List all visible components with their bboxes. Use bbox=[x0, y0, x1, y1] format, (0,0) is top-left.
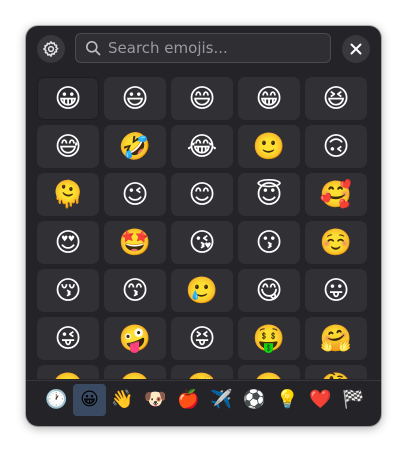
emoji-cell[interactable]: 😜 bbox=[37, 317, 99, 360]
category-tab-objects[interactable]: 💡 bbox=[271, 384, 304, 416]
flags-icon: 🏁 bbox=[342, 389, 365, 410]
category-tab-flags[interactable]: 🏁 bbox=[337, 384, 370, 416]
emoji-cell[interactable]: 😉 bbox=[104, 173, 166, 216]
category-tab-smileys[interactable]: 😀 bbox=[73, 384, 106, 416]
activities-icon: ⚽ bbox=[243, 389, 266, 410]
emoji-cell[interactable]: 🫢 bbox=[104, 365, 166, 379]
category-tabs: 🕐 😀 👋 🐶 🍎 ✈️ ⚽ 💡 ❤️ 🏁 bbox=[40, 384, 370, 416]
emoji-cell[interactable]: ☺️ bbox=[305, 221, 367, 264]
emoji-cell[interactable]: 😇 bbox=[238, 173, 300, 216]
emoji-grid: 😀😃😄😁😆 😅🤣😂🙂🙃 🫠😉😊😇🥰 😍🤩😘😗☺️ 😚😙🥲😋😛 😜🤪😝🤑🤗 🤭 🫢 🫣 🤫 🤔 bbox=[34, 75, 373, 379]
emoji-cell[interactable]: 🤭 bbox=[37, 365, 99, 379]
category-tab-travel[interactable]: ✈️ bbox=[205, 384, 238, 416]
emoji-cell[interactable]: 😆 bbox=[305, 77, 367, 120]
people-icon: 👋 bbox=[111, 389, 134, 410]
emoji-cell[interactable]: 😗 bbox=[238, 221, 300, 264]
category-tab-recent[interactable]: 🕐 bbox=[40, 384, 73, 416]
emoji-cell[interactable]: 🥰 bbox=[305, 173, 367, 216]
travel-icon: ✈️ bbox=[210, 389, 233, 410]
smileys-icon: 😀 bbox=[80, 389, 99, 410]
emoji-cell[interactable]: 🫣 bbox=[171, 365, 233, 379]
search-input[interactable] bbox=[108, 39, 308, 57]
emoji-cell[interactable]: 🤫 bbox=[238, 365, 300, 379]
emoji-cell[interactable]: 😘 bbox=[171, 221, 233, 264]
category-tab-activities[interactable]: ⚽ bbox=[238, 384, 271, 416]
settings-button[interactable] bbox=[37, 35, 65, 63]
emoji-cell[interactable]: 😛 bbox=[305, 269, 367, 312]
objects-icon: 💡 bbox=[276, 389, 299, 410]
emoji-cell[interactable]: 🤩 bbox=[104, 221, 166, 264]
symbols-icon: ❤️ bbox=[309, 389, 332, 410]
emoji-cell[interactable]: 🤗 bbox=[305, 317, 367, 360]
category-tab-people[interactable]: 👋 bbox=[106, 384, 139, 416]
emoji-cell[interactable]: 😁 bbox=[238, 77, 300, 120]
emoji-cell[interactable]: 😅 bbox=[37, 125, 99, 168]
recent-icon: 🕐 bbox=[45, 389, 68, 410]
emoji-cell[interactable]: 😂 bbox=[171, 125, 233, 168]
picker-header bbox=[26, 26, 381, 70]
emoji-cell[interactable]: 🙂 bbox=[238, 125, 300, 168]
emoji-cell[interactable]: 😃 bbox=[104, 77, 166, 120]
emoji-cell[interactable]: 😚 bbox=[37, 269, 99, 312]
emoji-cell[interactable]: 😍 bbox=[37, 221, 99, 264]
close-button[interactable] bbox=[342, 35, 370, 63]
emoji-grid-scroll[interactable]: 😀😃😄😁😆 😅🤣😂🙂🙃 🫠😉😊😇🥰 😍🤩😘😗☺️ 😚😙🥲😋😛 😜🤪😝🤑🤗 🤭 🫢 🫣 🤫 🤔 bbox=[34, 75, 373, 379]
emoji-cell[interactable]: 🥲 bbox=[171, 269, 233, 312]
gear-icon bbox=[43, 41, 59, 57]
search-box[interactable] bbox=[75, 33, 331, 63]
close-icon bbox=[350, 43, 362, 55]
emoji-cell[interactable]: 🫠 bbox=[37, 173, 99, 216]
emoji-cell[interactable]: 😋 bbox=[238, 269, 300, 312]
emoji-cell[interactable]: 😄 bbox=[171, 77, 233, 120]
emoji-cell[interactable]: 🤔 bbox=[305, 365, 367, 379]
emoji-cell[interactable]: 😝 bbox=[171, 317, 233, 360]
category-tab-food[interactable]: 🍎 bbox=[172, 384, 205, 416]
emoji-picker-popover: 😀😃😄😁😆😅🤣😂🙂🙃🫠😉😊😇🥰😍🤩😘😗☺️😚😙🥲😋😛😜🤪😝🤑🤗🤭🫢🫣🤫🤔 🕐😀👋… bbox=[26, 26, 381, 426]
emoji-cell[interactable]: 🤪 bbox=[104, 317, 166, 360]
emoji-cell[interactable]: 😙 bbox=[104, 269, 166, 312]
search-icon bbox=[86, 41, 101, 56]
divider bbox=[26, 380, 381, 381]
food-icon: 🍎 bbox=[177, 389, 200, 410]
emoji-cell[interactable]: 🤑 bbox=[238, 317, 300, 360]
animals-icon: 🐶 bbox=[144, 389, 167, 410]
emoji-cell[interactable]: 😊 bbox=[171, 173, 233, 216]
emoji-cell[interactable]: 😀 bbox=[37, 77, 99, 120]
emoji-cell[interactable]: 🙃 bbox=[305, 125, 367, 168]
category-tab-animals[interactable]: 🐶 bbox=[139, 384, 172, 416]
category-tab-symbols[interactable]: ❤️ bbox=[304, 384, 337, 416]
emoji-cell[interactable]: 🤣 bbox=[104, 125, 166, 168]
